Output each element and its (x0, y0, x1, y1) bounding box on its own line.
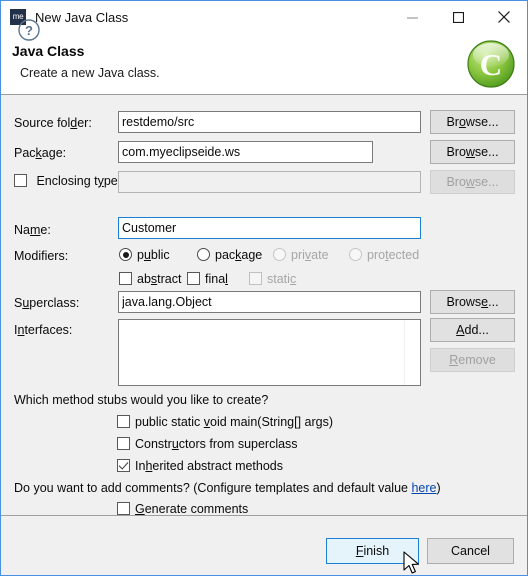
modifier-radio-protected: protected (349, 248, 419, 262)
wizard-banner: Java Class Create a new Java class. C (1, 33, 527, 95)
modifier-checkbox-final[interactable]: final (187, 272, 228, 286)
class-name-input[interactable] (118, 217, 421, 239)
generate-comments-checkbox[interactable]: Generate comments (117, 502, 248, 516)
window-title: New Java Class (35, 9, 129, 25)
enclosing-type-input (118, 171, 421, 193)
radio-indicator (119, 248, 132, 261)
interfaces-list[interactable] (118, 319, 421, 386)
interfaces-remove-button: Remove (430, 348, 515, 372)
package-label: Package: (14, 146, 67, 160)
checkbox-indicator (117, 459, 130, 472)
radio-indicator (349, 248, 362, 261)
comments-question: Do you want to add comments? (Configure … (14, 481, 441, 495)
checkbox-indicator (117, 415, 130, 428)
finish-button[interactable]: Finish (326, 538, 419, 564)
source-folder-label: Source folder: (14, 116, 92, 130)
page-subtitle: Create a new Java class. (20, 66, 160, 80)
modifier-radio-package[interactable]: package (197, 248, 262, 262)
stub-checkbox-constructors[interactable]: Constructors from superclass (117, 437, 298, 451)
modifier-radio-private: private (273, 248, 329, 262)
checkbox-indicator (187, 272, 200, 285)
close-icon[interactable] (481, 1, 527, 33)
superclass-browse-button[interactable]: Browse... (430, 290, 515, 314)
help-icon[interactable]: ? (17, 18, 41, 42)
method-stubs-question: Which method stubs would you like to cre… (14, 393, 269, 407)
radio-indicator (273, 248, 286, 261)
stub-checkbox-main-method[interactable]: public static void main(String[] args) (117, 415, 333, 429)
enclosing-type-browse-button: Browse... (430, 170, 515, 194)
checkbox-indicator (249, 272, 262, 285)
checkbox-indicator (117, 437, 130, 450)
package-input[interactable] (118, 141, 373, 163)
interfaces-add-button[interactable]: Add... (430, 318, 515, 342)
title-bar: me New Java Class (1, 1, 527, 33)
modifier-radio-public[interactable]: public (119, 248, 170, 262)
package-browse-button[interactable]: Browse... (430, 140, 515, 164)
enclosing-type-label: Enclosing type: (36, 174, 122, 188)
checkbox-indicator (119, 272, 132, 285)
checkbox-indicator (117, 502, 130, 515)
configure-templates-link[interactable]: here (411, 481, 436, 495)
interfaces-label: Interfaces: (14, 323, 73, 337)
enclosing-type-checkbox[interactable] (14, 174, 27, 187)
interfaces-list-scrollbar[interactable] (404, 320, 420, 385)
window-controls (389, 1, 527, 33)
superclass-input[interactable] (118, 291, 421, 313)
svg-text:?: ? (25, 23, 33, 38)
dialog-body: Source folder: Browse... Package: Browse… (1, 96, 527, 516)
java-class-wizard-icon: C (465, 38, 517, 90)
svg-text:C: C (480, 47, 502, 82)
enclosing-type-row: Enclosing type: (14, 172, 121, 190)
page-title: Java Class (12, 43, 85, 59)
name-label: Name: (14, 223, 51, 237)
modifier-checkbox-static: static (249, 272, 296, 286)
stub-checkbox-inherited-abstract[interactable]: Inherited abstract methods (117, 459, 283, 473)
modifier-checkbox-abstract[interactable]: abstract (119, 272, 181, 286)
superclass-label: Superclass: (14, 296, 80, 310)
minimize-icon[interactable] (389, 1, 435, 33)
cancel-button[interactable]: Cancel (427, 538, 514, 564)
source-folder-input[interactable] (118, 111, 421, 133)
source-folder-browse-button[interactable]: Browse... (430, 110, 515, 134)
modifiers-label: Modifiers: (14, 249, 69, 263)
radio-indicator (197, 248, 210, 261)
new-java-class-dialog: me New Java Class Java Class Create a ne… (0, 0, 528, 576)
maximize-icon[interactable] (435, 1, 481, 33)
